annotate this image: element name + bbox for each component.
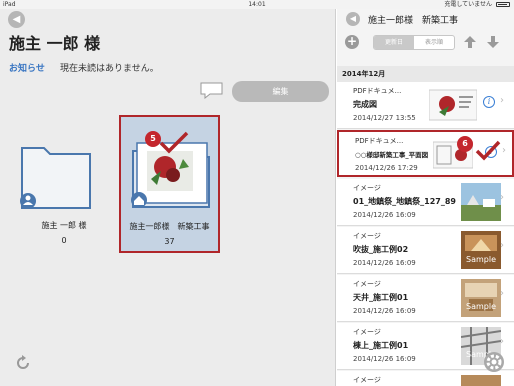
tab-display-order[interactable]: 表示順 xyxy=(414,36,454,49)
svg-text:Sample: Sample xyxy=(466,255,496,264)
folder-pane: ◀ 施主 一郎 様 お知らせ 現在未読はありません。 編集 施主 一郎 様 0 xyxy=(0,9,336,386)
chevron-right-icon: › xyxy=(500,288,504,299)
folder-name: 施主 一郎 様 xyxy=(41,221,87,230)
item-type: イメージ xyxy=(353,232,381,240)
battery-status: 充電していません xyxy=(444,1,492,8)
tab-updated[interactable]: 更新日 xyxy=(374,36,414,49)
item-type: PDFドキュメ... xyxy=(355,137,404,145)
item-date: 2014/12/26 16:09 xyxy=(353,259,416,267)
arrow-up-icon[interactable] xyxy=(463,35,477,49)
back-arrow-icon: ◀ xyxy=(12,14,21,25)
status-bar: iPad 14:01 充電していません xyxy=(0,0,514,9)
chevron-right-icon: › xyxy=(500,95,504,106)
item-date: 2014/12/27 13:55 xyxy=(353,114,416,122)
document-pane: ◀ 施主一郎様 新築工事 + 更新日 表示順 2014年12月 PDFドキュメ.… xyxy=(337,9,514,386)
item-date: 2014/12/26 16:09 xyxy=(353,307,416,315)
battery-icon xyxy=(496,2,510,7)
item-date: 2014/12/26 16:09 xyxy=(353,355,416,363)
folder-icon xyxy=(20,147,91,209)
item-type: イメージ xyxy=(353,184,381,192)
list-item[interactable]: イメージ 吹抜_施工例02 2014/12/26 16:09 Sample › xyxy=(337,227,514,274)
folder-count: 0 xyxy=(61,236,67,245)
step-badge: 6 xyxy=(457,136,473,152)
arrow-down-icon[interactable] xyxy=(486,35,500,49)
list-item-selected[interactable]: PDFドキュメ... ○○様邸新築工事_平面図 2014/12/26 17:29… xyxy=(337,130,514,177)
sample-thumbnail: Sample xyxy=(461,279,501,317)
checkmark-icon xyxy=(475,140,501,161)
list-item[interactable]: イメージ xyxy=(337,371,514,386)
notice-label[interactable]: お知らせ xyxy=(9,61,45,74)
item-name: 天井_施工例01 xyxy=(353,293,409,302)
plus-icon: + xyxy=(346,34,358,48)
gear-icon xyxy=(486,354,502,370)
folder-name: 施主一郎様 新築工事 xyxy=(129,222,210,231)
item-name: 吹抜_施工例02 xyxy=(353,245,409,254)
list-item[interactable]: イメージ 天井_施工例01 2014/12/26 16:09 Sample › xyxy=(337,275,514,322)
item-type: イメージ xyxy=(353,280,381,288)
comment-icon[interactable] xyxy=(200,82,223,99)
list-item[interactable]: イメージ 01_地鎮祭_地鎮祭_127_89 2014/12/26 16:09 … xyxy=(337,179,514,226)
notice-text: 現在未読はありません。 xyxy=(60,64,159,74)
settings-button[interactable] xyxy=(484,352,504,372)
folder-construction[interactable]: 施主一郎様 新築工事 37 5 xyxy=(119,115,220,253)
chevron-right-icon: › xyxy=(500,336,504,347)
chevron-right-icon: › xyxy=(500,192,504,203)
add-button[interactable]: + xyxy=(345,35,359,49)
refresh-icon[interactable] xyxy=(14,354,32,372)
folder-count: 37 xyxy=(164,237,175,246)
sample-thumbnail: Sample xyxy=(461,231,501,269)
sort-segment: 更新日 表示順 xyxy=(373,35,455,50)
item-type: PDFドキュメ... xyxy=(353,87,402,95)
status-time: 14:01 xyxy=(248,1,266,8)
back-button[interactable]: ◀ xyxy=(8,11,25,28)
info-icon[interactable]: i xyxy=(483,96,495,108)
item-name: ○○様邸新築工事_平面図 xyxy=(355,151,429,159)
item-type: イメージ xyxy=(353,328,381,336)
item-date: 2014/12/26 17:29 xyxy=(355,164,418,172)
item-name: 完成図 xyxy=(353,100,377,109)
list-item[interactable]: PDFドキュメ... 完成図 2014/12/27 13:55 i › xyxy=(337,82,514,129)
chevron-right-icon: › xyxy=(500,240,504,251)
item-name: 01_地鎮祭_地鎮祭_127_89 xyxy=(353,197,456,206)
item-date: 2014/12/26 16:09 xyxy=(353,211,416,219)
item-name: 棟上_施工例01 xyxy=(353,341,409,350)
checkmark-icon xyxy=(159,131,189,154)
pdf-thumbnail xyxy=(429,89,477,121)
svg-text:Sample: Sample xyxy=(466,302,496,311)
back-arrow-icon: ◀ xyxy=(349,14,357,23)
photo-thumbnail xyxy=(461,375,501,386)
page-title: 施主 一郎 様 xyxy=(9,34,101,53)
edit-button[interactable]: 編集 xyxy=(232,81,329,102)
photo-thumbnail xyxy=(461,183,501,221)
section-header: 2014年12月 xyxy=(337,66,514,82)
back-button[interactable]: ◀ xyxy=(346,12,360,26)
folder-title: 施主一郎様 新築工事 xyxy=(368,16,459,26)
chevron-right-icon: › xyxy=(502,145,506,156)
folder-owner[interactable]: 施主 一郎 様 0 xyxy=(14,142,114,252)
item-type: イメージ xyxy=(353,376,381,384)
